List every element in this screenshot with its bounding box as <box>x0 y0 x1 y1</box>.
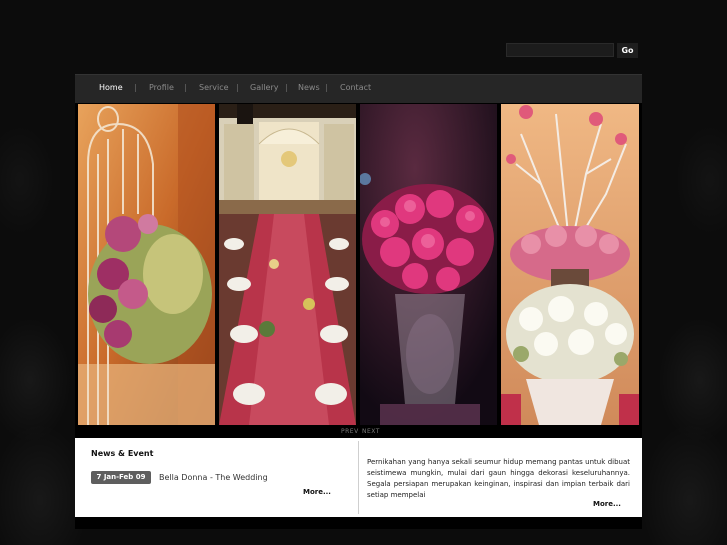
nav-service[interactable]: Service <box>199 83 229 92</box>
gallery-photo-birdcage[interactable] <box>78 104 215 425</box>
content-panel: News & Event 7 Jan-Feb 09 Bella Donna - … <box>75 438 642 517</box>
nav-profile[interactable]: Profile <box>149 83 174 92</box>
nav-separator: | <box>184 83 187 92</box>
photo-slideshow <box>75 103 642 428</box>
about-more-link[interactable]: More... <box>593 500 621 508</box>
news-item-link[interactable]: Bella Donna - The Wedding <box>159 473 268 482</box>
nav-news[interactable]: News <box>298 83 320 92</box>
news-more-link[interactable]: More... <box>303 488 331 496</box>
nav-separator: | <box>236 83 239 92</box>
nav-home[interactable]: Home <box>99 83 123 92</box>
news-date-badge: 7 Jan-Feb 09 <box>91 471 151 484</box>
prev-link[interactable]: PREV <box>341 428 359 435</box>
search-go-button[interactable]: Go <box>617 43 638 58</box>
search-input[interactable] <box>506 43 614 57</box>
column-divider <box>358 441 359 514</box>
main-nav: Home | Profile | Service | Gallery | New… <box>75 74 642 103</box>
slideshow-pager: PREV NEXT <box>75 428 642 438</box>
nav-contact[interactable]: Contact <box>340 83 371 92</box>
nav-separator: | <box>325 83 328 92</box>
gallery-photo-centerpiece[interactable] <box>501 104 639 425</box>
gallery-photo-banquet[interactable] <box>219 104 356 425</box>
next-link[interactable]: NEXT <box>362 428 380 435</box>
nav-separator: | <box>285 83 288 92</box>
news-section-title: News & Event <box>91 449 154 458</box>
footer-strip <box>75 517 642 529</box>
gallery-photo-roses[interactable] <box>360 104 497 425</box>
nav-separator: | <box>134 83 137 92</box>
nav-gallery[interactable]: Gallery <box>250 83 279 92</box>
about-paragraph: Pernikahan yang hanya sekali seumur hidu… <box>367 458 630 499</box>
